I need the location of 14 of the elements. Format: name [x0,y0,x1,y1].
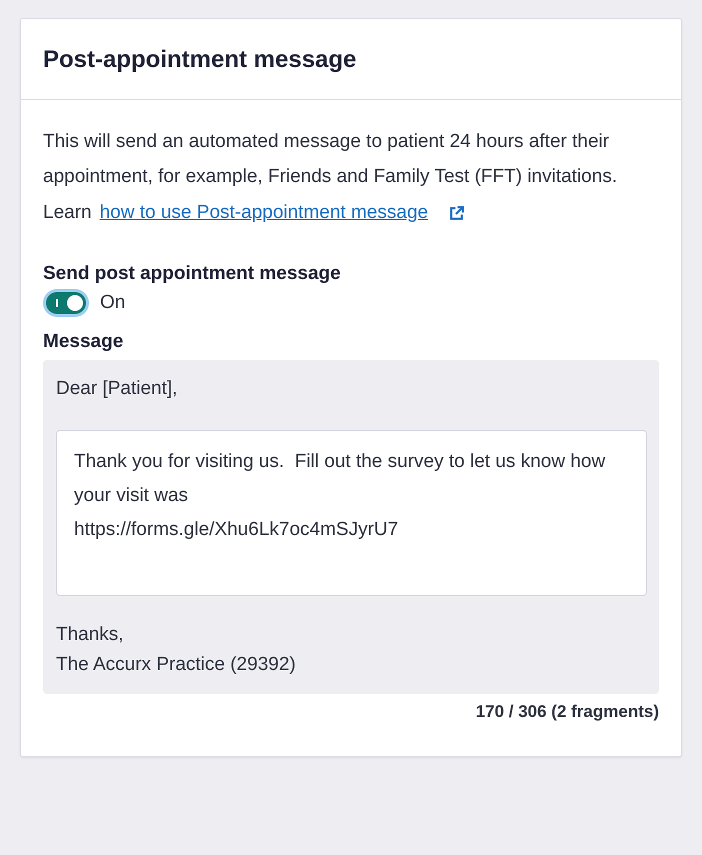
description-text: This will send an automated message to patient 24 hours after their appointment, for example, Friends and Family Test (FFT) invitations. [43,130,618,189]
external-link-icon[interactable] [448,204,466,222]
toggle-switch[interactable] [46,292,86,314]
signoff-text: Thanks, [56,623,125,647]
card-title: Post-appointment message [43,45,358,75]
learn-text: Learn [43,201,92,225]
message-label: Message [43,330,124,354]
toggle-label: Send post appointment message [43,262,342,286]
signoff-text: The Accurx Practice (29392) [56,653,297,677]
message-body-field[interactable]: Thank you for visiting us. Fill out the survey to let us know how your visit was https://forms.gle/Xhu6Lk7oc4mSJyrU7 [56,430,647,596]
help-link[interactable]: how to use Post-appointment message [100,198,428,228]
character-counter: 170 / 306 (2 fragments) [474,702,659,722]
toggle-state-text: On [100,292,126,314]
greeting-text: Dear [Patient], [56,377,178,401]
